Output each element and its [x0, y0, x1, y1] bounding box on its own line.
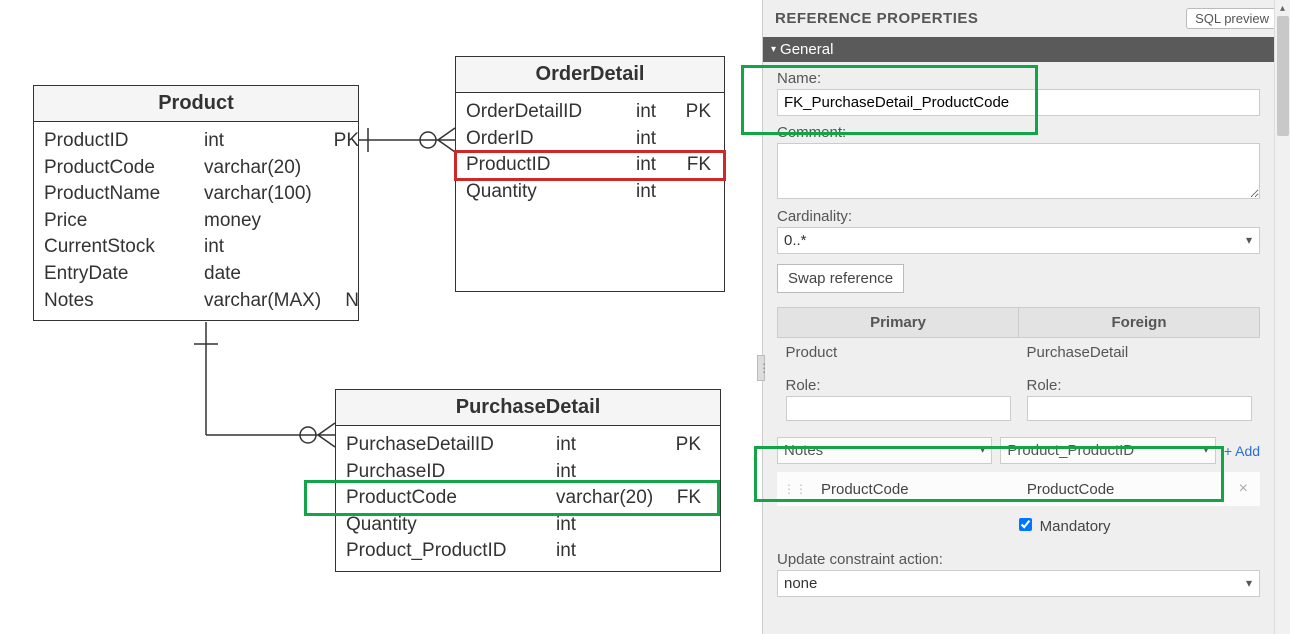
column-row[interactable]: ProductIDintPK — [44, 128, 348, 155]
entity-title: PurchaseDetail — [336, 390, 720, 426]
foreign-header: Foreign — [1019, 308, 1260, 338]
column-row[interactable]: Product_ProductIDint — [346, 538, 710, 565]
cardinality-select[interactable]: 0..* — [777, 227, 1260, 254]
sql-preview-button[interactable]: SQL preview — [1186, 8, 1278, 29]
primary-role-input[interactable] — [786, 396, 1011, 421]
entity-order-detail[interactable]: OrderDetail OrderDetailIDintPK OrderIDin… — [455, 56, 725, 292]
mandatory-row: Mandatory — [777, 518, 1260, 535]
panel-header: REFERENCE PROPERTIES SQL preview — [763, 0, 1290, 37]
column-dropdown-row: Notes Product_ProductID + Add — [777, 437, 1260, 464]
panel-title: REFERENCE PROPERTIES — [775, 10, 978, 27]
column-mapping-row[interactable]: ⋮⋮ ProductCode ProductCode × — [777, 472, 1260, 506]
column-row[interactable]: ProductNamevarchar(100) — [44, 181, 348, 208]
column-row[interactable]: Quantityint — [466, 179, 714, 206]
column-row[interactable]: EntryDatedate — [44, 261, 348, 288]
diagram-canvas[interactable]: Product ProductIDintPK ProductCodevarcha… — [0, 0, 762, 634]
panel-scrollbar[interactable]: ▴ — [1274, 0, 1290, 634]
cardinality-label: Cardinality: — [777, 208, 1260, 225]
section-body-general: Name: Comment: Cardinality: 0..* Swap re… — [763, 62, 1290, 615]
column-row[interactable]: Pricemoney — [44, 208, 348, 235]
chevron-down-icon: ▾ — [771, 44, 776, 55]
column-row[interactable]: CurrentStockint — [44, 234, 348, 261]
scroll-up-icon[interactable]: ▴ — [1275, 0, 1290, 16]
column-row-highlighted[interactable]: ProductCodevarchar(20)FK — [346, 485, 710, 512]
section-label: General — [780, 41, 833, 58]
entity-body: ProductIDintPK ProductCodevarchar(20) Pr… — [34, 122, 358, 320]
role-label: Role: — [1027, 377, 1252, 394]
swap-reference-button[interactable]: Swap reference — [777, 264, 904, 293]
column-row[interactable]: Quantityint — [346, 512, 710, 539]
update-action-select[interactable]: none — [777, 570, 1260, 597]
properties-panel: REFERENCE PROPERTIES SQL preview ▾ Gener… — [762, 0, 1290, 634]
entity-title: Product — [34, 86, 358, 122]
add-column-link[interactable]: + Add — [1224, 443, 1260, 459]
primary-header: Primary — [778, 308, 1019, 338]
primary-foreign-table: Primary Foreign Product PurchaseDetail R… — [777, 307, 1260, 427]
name-label: Name: — [777, 70, 1260, 87]
role-label: Role: — [786, 377, 1011, 394]
foreign-entity: PurchaseDetail — [1019, 338, 1260, 368]
foreign-role-input[interactable] — [1027, 396, 1252, 421]
foreign-column-select[interactable]: Product_ProductID — [1000, 437, 1215, 464]
column-row[interactable]: OrderDetailIDintPK — [466, 99, 714, 126]
drag-handle-icon[interactable]: ⋮⋮ — [783, 482, 813, 496]
entity-purchase-detail[interactable]: PurchaseDetail PurchaseDetailIDintPK Pur… — [335, 389, 721, 572]
entity-body: PurchaseDetailIDintPK PurchaseIDint Prod… — [336, 426, 720, 571]
update-action-label: Update constraint action: — [777, 551, 1260, 568]
entity-product[interactable]: Product ProductIDintPK ProductCodevarcha… — [33, 85, 359, 321]
primary-column: ProductCode — [813, 481, 1027, 498]
foreign-column: ProductCode — [1027, 481, 1233, 498]
column-row[interactable]: PurchaseIDint — [346, 459, 710, 486]
column-row[interactable]: Notesvarchar(MAX)N — [44, 288, 348, 315]
column-row-highlighted[interactable]: ProductIDintFK — [456, 152, 724, 179]
remove-mapping-button[interactable]: × — [1233, 480, 1254, 498]
scroll-thumb[interactable] — [1277, 16, 1289, 136]
primary-column-select[interactable]: Notes — [777, 437, 992, 464]
primary-entity: Product — [778, 338, 1019, 368]
comment-textarea[interactable] — [777, 143, 1260, 199]
column-row[interactable]: OrderIDint — [466, 126, 714, 153]
entity-body: OrderDetailIDintPK OrderIDint ProductIDi… — [456, 93, 724, 211]
column-row[interactable]: PurchaseDetailIDintPK — [346, 432, 710, 459]
mandatory-checkbox[interactable] — [1019, 518, 1032, 531]
section-header-general[interactable]: ▾ General — [763, 37, 1290, 62]
name-input[interactable] — [777, 89, 1260, 116]
column-row[interactable]: ProductCodevarchar(20) — [44, 155, 348, 182]
mandatory-checkbox-label[interactable]: Mandatory — [1019, 518, 1111, 535]
comment-label: Comment: — [777, 124, 1260, 141]
entity-title: OrderDetail — [456, 57, 724, 93]
